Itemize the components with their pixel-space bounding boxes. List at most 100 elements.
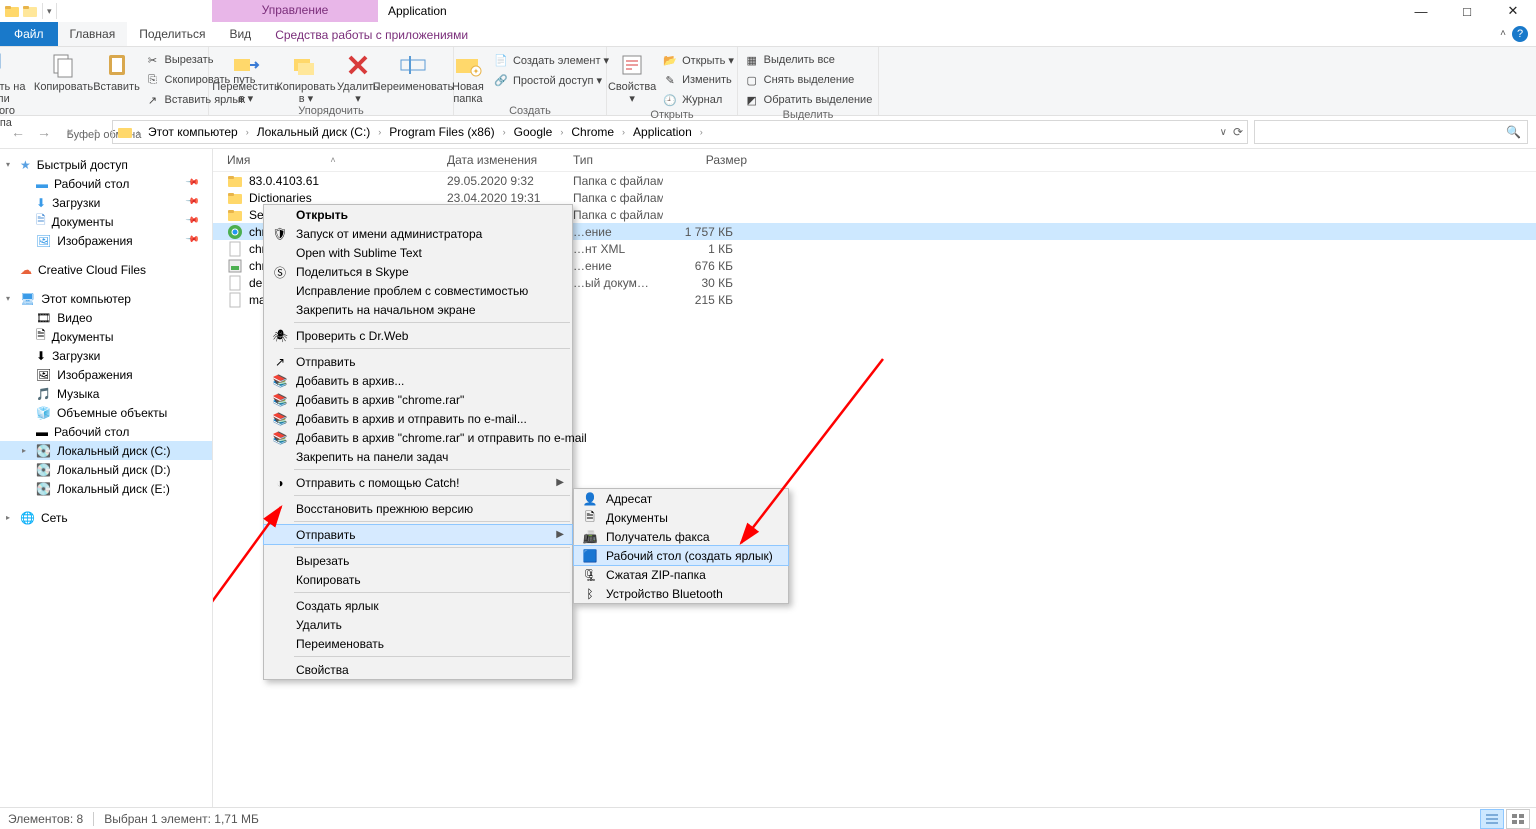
tab-app-tools[interactable]: Средства работы с приложениями — [263, 24, 480, 46]
context-menu-label: Адресат — [606, 492, 652, 506]
forward-button[interactable]: → — [34, 122, 54, 142]
sidebar-disk-c[interactable]: ▸💽Локальный диск (C:) — [0, 441, 212, 460]
ribbon-context-tab[interactable]: Управление — [212, 0, 378, 22]
minimize-button[interactable]: — — [1398, 0, 1444, 22]
context-menu-item[interactable]: ⓈПоделиться в Skype — [264, 262, 572, 281]
move-to-button[interactable]: Переместить в ▾ — [216, 49, 276, 105]
rename-button[interactable]: Переименовать — [380, 49, 446, 93]
paste-button[interactable]: Вставить — [93, 49, 141, 93]
context-menu-item[interactable]: Копировать — [264, 570, 572, 589]
context-menu-item[interactable]: Открыть — [264, 205, 572, 224]
column-headers[interactable]: Имя˄ Дата изменения Тип Размер — [213, 149, 1536, 172]
context-menu-item[interactable]: Восстановить прежнюю версию — [264, 499, 572, 518]
context-menu-item[interactable]: 📚Добавить в архив "chrome.rar" — [264, 390, 572, 409]
sidebar-pictures2[interactable]: 🖼Изображения — [0, 365, 212, 384]
maximize-button[interactable]: □ — [1444, 0, 1490, 22]
open-button[interactable]: 📂Открыть ▾ — [658, 51, 738, 69]
context-menu-item[interactable]: Вырезать — [264, 551, 572, 570]
context-menu-item[interactable]: Переименовать — [264, 634, 572, 653]
close-button[interactable]: ✕ — [1490, 0, 1536, 22]
select-none-button[interactable]: ▢Снять выделение — [740, 71, 877, 89]
context-menu-item[interactable]: 🛡Запуск от имени администратора — [264, 224, 572, 243]
breadcrumb-item[interactable]: Chrome — [567, 125, 618, 139]
new-item-button[interactable]: 📄Создать элемент ▾ — [489, 51, 613, 69]
tab-view[interactable]: Вид — [217, 22, 263, 46]
context-menu-item[interactable]: 👤Адресат — [574, 489, 788, 508]
qat-dropdown-icon[interactable]: ▾ — [47, 6, 52, 17]
sidebar-disk-e[interactable]: 💽Локальный диск (E:) — [0, 479, 212, 498]
address-bar[interactable]: › Этот компьютер› Локальный диск (C:)› P… — [112, 120, 1248, 144]
search-input[interactable]: 🔍 — [1254, 120, 1528, 144]
tab-home[interactable]: Главная — [58, 22, 128, 46]
scissors-icon: ✂ — [145, 52, 161, 68]
sidebar-disk-d[interactable]: 💽Локальный диск (D:) — [0, 460, 212, 479]
sidebar-desktop[interactable]: ▬Рабочий стол📌 — [0, 174, 212, 193]
context-menu-item[interactable]: 📠Получатель факса — [574, 527, 788, 546]
sidebar-this-pc[interactable]: ▾🖥Этот компьютер — [0, 289, 212, 308]
back-button[interactable]: ← — [8, 122, 28, 142]
select-all-button[interactable]: ▦Выделить все — [740, 51, 877, 69]
context-menu-item[interactable]: Исправление проблем с совместимостью — [264, 281, 572, 300]
sidebar-music[interactable]: 🎵Музыка — [0, 384, 212, 403]
context-menu-item[interactable]: 🗎Документы — [574, 508, 788, 527]
breadcrumb-item[interactable]: Application — [629, 125, 696, 139]
sidebar-documents2[interactable]: 🗎Документы — [0, 327, 212, 346]
rar-icon: 📚 — [272, 430, 288, 446]
breadcrumb-item[interactable]: Локальный диск (C:) — [253, 125, 375, 139]
new-folder-button[interactable]: ✦ Новая папка — [447, 49, 489, 105]
tab-file[interactable]: Файл — [0, 22, 58, 46]
sidebar-documents[interactable]: 🗎Документы📌 — [0, 212, 212, 231]
sidebar-quick-access[interactable]: ▾★Быстрый доступ — [0, 155, 212, 174]
view-large-icons-button[interactable] — [1506, 809, 1530, 829]
tab-share[interactable]: Поделиться — [127, 22, 217, 46]
pin-quick-access-button[interactable]: Закрепить на панели быстрого доступа — [0, 49, 35, 129]
sidebar-network[interactable]: ▸🌐Сеть — [0, 508, 212, 527]
context-menu-item[interactable]: ᛒУстройство Bluetooth — [574, 584, 788, 603]
context-menu-item[interactable]: Свойства — [264, 660, 572, 679]
delete-button[interactable]: Удалить ▾ — [336, 49, 380, 105]
edit-button[interactable]: ✎Изменить — [658, 71, 738, 89]
recent-dropdown[interactable]: ˅ — [60, 122, 80, 142]
context-menu-item[interactable]: Создать ярлык — [264, 596, 572, 615]
edit-icon: ✎ — [662, 72, 678, 88]
history-button[interactable]: 🕘Журнал — [658, 91, 738, 109]
properties-button[interactable]: Свойства ▾ — [606, 49, 658, 105]
breadcrumb-item[interactable]: Program Files (x86) — [385, 125, 498, 139]
file-row[interactable]: 83.0.4103.6129.05.2020 9:32Папка с файла… — [213, 172, 1536, 189]
help-icon[interactable]: ? — [1512, 26, 1528, 42]
breadcrumb-item[interactable]: Этот компьютер — [144, 125, 242, 139]
copy-to-button[interactable]: Копировать в ▾ — [276, 49, 336, 105]
paste-icon — [101, 51, 133, 79]
sidebar-downloads[interactable]: ⬇Загрузки📌 — [0, 193, 212, 212]
ribbon-collapse-icon[interactable]: ˄ — [1500, 28, 1506, 39]
context-menu-item[interactable]: ↗Отправить — [264, 352, 572, 371]
context-menu-item[interactable]: Закрепить на начальном экране — [264, 300, 572, 319]
sidebar-pictures[interactable]: 🖼Изображения📌 — [0, 231, 212, 250]
context-menu-item[interactable]: 📚Добавить в архив "chrome.rar" и отправи… — [264, 428, 572, 447]
refresh-button[interactable]: ⟳ — [1233, 125, 1243, 139]
context-menu-item[interactable]: 📚Добавить в архив... — [264, 371, 572, 390]
context-menu-item[interactable]: ◑Отправить с помощью Catch!▶ — [264, 473, 572, 492]
context-menu-item[interactable]: 🕷Проверить с Dr.Web — [264, 326, 572, 345]
context-menu-item[interactable]: Отправить▶ — [264, 525, 572, 544]
context-menu-label: Свойства — [296, 663, 349, 677]
easy-access-button[interactable]: 🔗Простой доступ ▾ — [489, 71, 613, 89]
sidebar-video[interactable]: 🎞Видео — [0, 308, 212, 327]
up-button[interactable]: ↑ — [86, 122, 106, 142]
context-menu-label: Отправить с помощью Catch! — [296, 476, 459, 490]
sidebar-creative-cloud[interactable]: ☁Creative Cloud Files — [0, 260, 212, 279]
invert-selection-button[interactable]: ◩Обратить выделение — [740, 91, 877, 109]
context-menu-item[interactable]: 🟦Рабочий стол (создать ярлык) — [574, 546, 788, 565]
context-menu-item[interactable]: 📚Добавить в архив и отправить по e-mail.… — [264, 409, 572, 428]
view-details-button[interactable] — [1480, 809, 1504, 829]
address-dropdown-icon[interactable]: ∨ — [1220, 127, 1227, 138]
context-menu-item[interactable]: 🗜Сжатая ZIP-папка — [574, 565, 788, 584]
sidebar-desktop2[interactable]: ▬Рабочий стол — [0, 422, 212, 441]
sidebar-3d-objects[interactable]: 🧊Объемные объекты — [0, 403, 212, 422]
context-menu-item[interactable]: Удалить — [264, 615, 572, 634]
copy-button[interactable]: Копировать — [35, 49, 93, 93]
sidebar-downloads2[interactable]: ⬇Загрузки — [0, 346, 212, 365]
breadcrumb-item[interactable]: Google — [510, 125, 557, 139]
context-menu-item[interactable]: Open with Sublime Text — [264, 243, 572, 262]
context-menu-item[interactable]: Закрепить на панели задач — [264, 447, 572, 466]
